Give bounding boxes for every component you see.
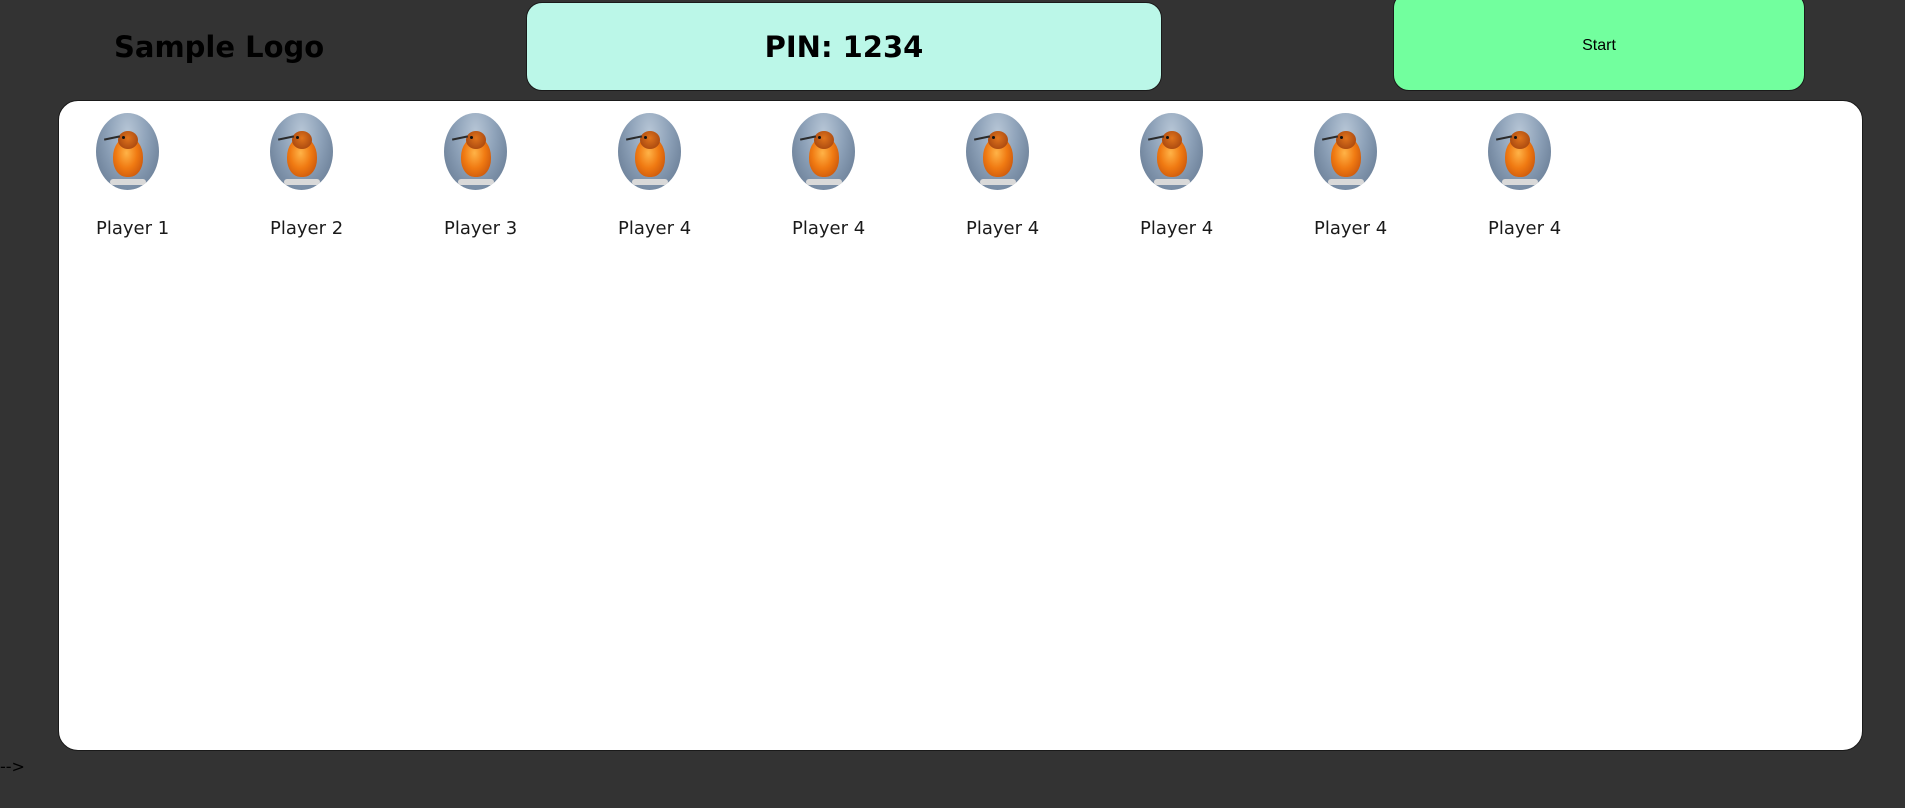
player-name: Player 4 [966,218,1040,239]
bird-head-graphic [118,131,138,149]
perch-graphic [632,179,668,185]
player-name: Player 4 [792,218,866,239]
player-card: Player 4 [1103,113,1223,239]
bird-eye-graphic [296,136,299,139]
player-name: Player 4 [1488,218,1562,239]
bird-head-graphic [814,131,834,149]
player-card: Player 4 [1277,113,1397,239]
logo: Sample Logo [114,30,325,64]
bird-eye-graphic [1514,136,1517,139]
player-avatar [96,113,159,190]
bird-head-graphic [1162,131,1182,149]
player-avatar [1488,113,1551,190]
player-avatar [618,113,681,190]
player-avatar [792,113,855,190]
perch-graphic [458,179,494,185]
bird-eye-graphic [122,136,125,139]
player-card: Player 3 [407,113,527,239]
player-name: Player 4 [618,218,692,239]
bird-head-graphic [640,131,660,149]
player-avatar [444,113,507,190]
pin-display: PIN: 1234 [526,2,1162,91]
bird-eye-graphic [1166,136,1169,139]
bird-head-graphic [466,131,486,149]
bird-eye-graphic [644,136,647,139]
player-name: Player 4 [1314,218,1388,239]
player-card: Player 4 [1451,113,1571,239]
bird-eye-graphic [1340,136,1343,139]
player-avatar [1140,113,1203,190]
player-card: Player 1 [59,113,179,239]
bird-head-graphic [1336,131,1356,149]
player-name: Player 3 [444,218,518,239]
player-card: Player 4 [929,113,1049,239]
bird-head-graphic [988,131,1008,149]
bird-eye-graphic [818,136,821,139]
bird-head-graphic [1510,131,1530,149]
player-name: Player 2 [270,218,344,239]
bird-eye-graphic [992,136,995,139]
player-card: Player 4 [755,113,875,239]
bird-eye-graphic [470,136,473,139]
perch-graphic [110,179,146,185]
perch-graphic [284,179,320,185]
start-button[interactable]: Start [1393,0,1805,91]
player-name: Player 4 [1140,218,1214,239]
player-card: Player 2 [233,113,353,239]
perch-graphic [1154,179,1190,185]
player-name: Player 1 [96,218,170,239]
bird-head-graphic [292,131,312,149]
perch-graphic [1328,179,1364,185]
perch-graphic [980,179,1016,185]
player-avatar [1314,113,1377,190]
perch-graphic [1502,179,1538,185]
player-avatar [966,113,1029,190]
perch-graphic [806,179,842,185]
player-avatar [270,113,333,190]
players-panel: Player 1 Player 2 Player 3 Player 4 Player 4… [58,100,1863,751]
stray-comment-text: --> [0,757,25,776]
player-card: Player 4 [581,113,701,239]
